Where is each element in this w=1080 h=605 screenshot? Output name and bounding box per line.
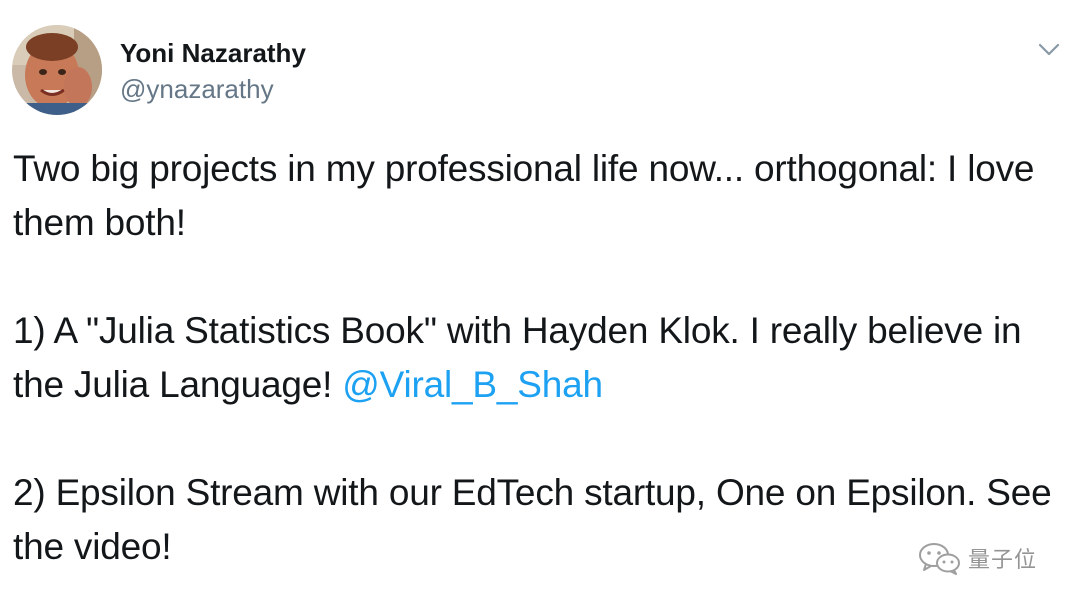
tweet-text: Two big projects in my professional life… bbox=[13, 142, 1063, 574]
tweet-paragraph: 2) Epsilon Stream with our EdTech startu… bbox=[13, 472, 1052, 567]
profile-photo-icon bbox=[12, 25, 102, 115]
avatar[interactable] bbox=[12, 25, 102, 115]
watermark: 量子位 bbox=[918, 540, 1037, 576]
wechat-icon bbox=[919, 543, 960, 575]
mention-link[interactable]: @Viral_B_Shah bbox=[342, 364, 603, 405]
tweet-paragraph: Two big projects in my professional life… bbox=[13, 148, 1035, 243]
author-display-name[interactable]: Yoni Nazarathy bbox=[120, 38, 306, 69]
tweet-paragraph: 1) A "Julia Statistics Book" with Hayden… bbox=[13, 304, 1063, 412]
chevron-down-icon[interactable] bbox=[1037, 40, 1061, 60]
tweet-card: Yoni Nazarathy @ynazarathy Two big proje… bbox=[0, 0, 1080, 605]
author-handle[interactable]: @ynazarathy bbox=[120, 74, 274, 105]
watermark-text: 量子位 bbox=[968, 548, 1038, 573]
